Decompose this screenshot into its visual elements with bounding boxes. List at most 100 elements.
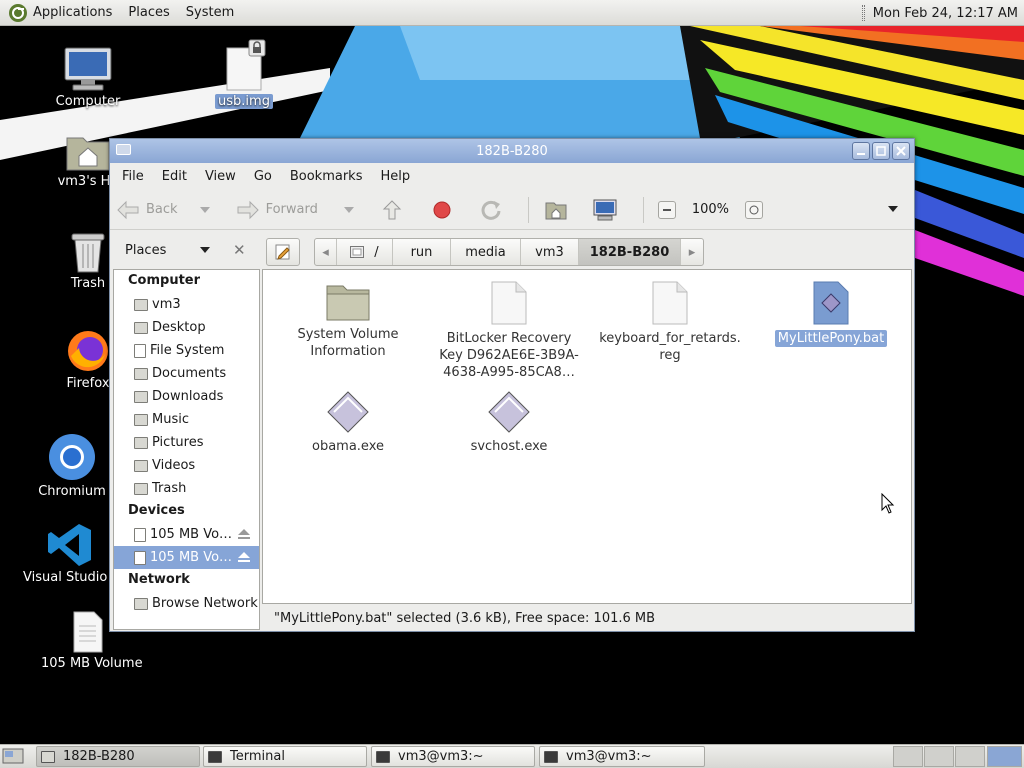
toolbar: Back Forward 100% (110, 190, 914, 230)
eject-icon[interactable] (238, 529, 250, 539)
sidebar-item-device-1[interactable]: 105 MB Vo… (114, 523, 259, 546)
sidebar-item-label: File System (150, 343, 225, 358)
menu-bookmarks[interactable]: Bookmarks (281, 169, 372, 184)
back-button[interactable]: Back (116, 200, 216, 220)
breadcrumb-scroll-left[interactable]: ◂ (315, 239, 337, 265)
places-selector[interactable]: Places ✕ (110, 230, 260, 270)
places-menu[interactable]: Places (120, 0, 177, 25)
window-title: 182B-B280 (476, 143, 548, 159)
minimize-button[interactable] (852, 142, 870, 160)
sidebar-item-label: 105 MB Vo… (150, 527, 233, 542)
desktop-icon-computer[interactable]: Computer (38, 46, 138, 109)
file-item[interactable]: keyboard_for_retards. reg (595, 280, 745, 364)
forward-button[interactable]: Forward (236, 200, 360, 220)
sidebar-item-documents[interactable]: Documents (114, 362, 259, 385)
file-item[interactable]: BitLocker Recovery Key D962AE6E-3B9A- 4638… (434, 280, 584, 381)
workspace-2[interactable] (924, 746, 954, 767)
toggle-location-entry-button[interactable] (266, 238, 300, 266)
menu-edit[interactable]: Edit (153, 169, 196, 184)
trash-icon (134, 482, 148, 495)
stop-button[interactable] (432, 200, 458, 220)
system-menu[interactable]: System (178, 0, 242, 25)
breadcrumb-label: / (374, 244, 379, 260)
executable-icon (488, 391, 530, 433)
sidebar-item-label: Browse Network (152, 596, 258, 611)
workspace-1[interactable] (893, 746, 923, 767)
home-button[interactable] (545, 200, 573, 220)
sidebar-item-desktop[interactable]: Desktop (114, 316, 259, 339)
applications-menu[interactable]: Applications (0, 0, 120, 25)
clock[interactable]: Mon Feb 24, 12:17 AM (861, 0, 1018, 26)
breadcrumb-media[interactable]: media (451, 239, 521, 265)
file-view[interactable]: System Volume Information BitLocker Recov… (262, 269, 912, 604)
window-menu-icon[interactable] (116, 144, 131, 155)
up-button[interactable] (382, 199, 408, 221)
zoom-reset-button[interactable] (745, 200, 764, 219)
file-system-icon (134, 343, 146, 358)
maximize-icon (876, 146, 886, 156)
documents-folder-icon (134, 367, 148, 380)
taskbar-item-terminal-3[interactable]: vm3@vm3:~ (539, 746, 705, 767)
toolbar-separator (527, 196, 529, 223)
menu-file[interactable]: File (113, 169, 153, 184)
pictures-folder-icon (134, 436, 148, 449)
sidebar-section-computer: Computer (128, 273, 201, 288)
menu-help[interactable]: Help (371, 169, 419, 184)
menu-go[interactable]: Go (245, 169, 281, 184)
desktop-folder-icon (134, 321, 148, 334)
taskbar-item-terminal[interactable]: Terminal (203, 746, 367, 767)
sidebar-item-device-2[interactable]: 105 MB Vo… (114, 546, 259, 569)
breadcrumb-scroll-right[interactable]: ▸ (681, 239, 703, 265)
zoom-out-button[interactable] (657, 200, 676, 219)
menu-view[interactable]: View (196, 169, 245, 184)
breadcrumb-current[interactable]: 182B-B280 (579, 239, 681, 265)
sidebar-item-trash[interactable]: Trash (114, 477, 259, 500)
toolbar-overflow-icon[interactable] (888, 206, 898, 212)
file-item-selected[interactable]: MyLittlePony.bat (756, 280, 906, 347)
sidebar-item-vm3[interactable]: vm3 (114, 293, 259, 316)
firefox-icon (68, 331, 108, 371)
file-item[interactable]: obama.exe (273, 390, 423, 455)
taskbar-label: vm3@vm3:~ (398, 749, 484, 764)
places-selector-label: Places (125, 242, 167, 258)
chevron-down-icon (343, 206, 354, 213)
computer-icon (64, 47, 112, 91)
home-icon (545, 202, 567, 219)
sidebar-item-label: vm3 (152, 297, 181, 312)
titlebar[interactable]: 182B-B280 (110, 139, 914, 163)
drive-icon (134, 527, 146, 542)
breadcrumb-run[interactable]: run (393, 239, 451, 265)
drive-icon (350, 246, 365, 258)
breadcrumb-vm3[interactable]: vm3 (521, 239, 579, 265)
taskbar-item-file-manager[interactable]: 182B-B280 (36, 746, 200, 767)
sidebar-item-downloads[interactable]: Downloads (114, 385, 259, 408)
forward-arrow-icon (237, 200, 259, 219)
eject-icon[interactable] (238, 552, 250, 562)
file-item[interactable]: svchost.exe (434, 390, 584, 455)
file-item[interactable]: System Volume Information (273, 280, 423, 360)
workspace-3[interactable] (955, 746, 985, 767)
sidebar-item-music[interactable]: Music (114, 408, 259, 431)
desktop-icon-usb-img[interactable]: usb.img (194, 38, 294, 109)
taskbar-item-terminal-2[interactable]: vm3@vm3:~ (371, 746, 535, 767)
computer-button[interactable] (593, 199, 623, 221)
maximize-button[interactable] (872, 142, 890, 160)
file-name: keyboard_for_retards. reg (599, 331, 741, 363)
stop-icon (433, 201, 451, 218)
show-desktop-icon[interactable] (2, 746, 24, 766)
desktop-icon-vscode[interactable]: Visual Studio C (20, 522, 121, 585)
sidebar-item-videos[interactable]: Videos (114, 454, 259, 477)
desktop-icon-chromium[interactable]: Chromium (22, 432, 122, 499)
sidebar-item-file-system[interactable]: File System (114, 339, 259, 362)
reload-button[interactable] (480, 199, 508, 221)
desktop-icon-label: Chromium (38, 484, 106, 499)
workspace-4[interactable] (987, 746, 1022, 767)
sidebar-item-browse-network[interactable]: Browse Network (114, 592, 259, 615)
clock-label: Mon Feb 24, 12:17 AM (872, 5, 1018, 21)
close-button[interactable] (892, 142, 910, 160)
breadcrumb-root[interactable]: / (337, 239, 393, 265)
sidebar-item-pictures[interactable]: Pictures (114, 431, 259, 454)
vscode-icon (48, 524, 91, 566)
close-sidebar-icon[interactable]: ✕ (233, 241, 246, 259)
desktop-icon-label: Computer (55, 94, 121, 109)
